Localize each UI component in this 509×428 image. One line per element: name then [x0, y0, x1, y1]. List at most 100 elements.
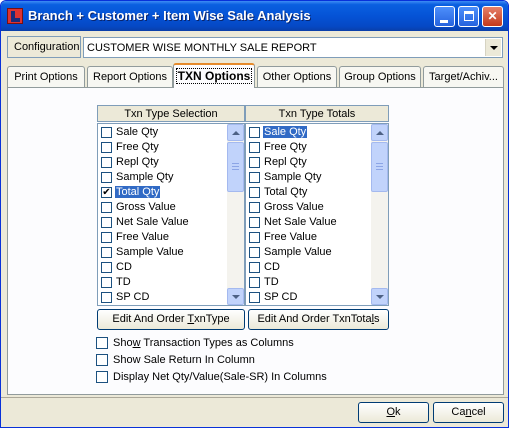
scrollbar-thumb[interactable]	[227, 142, 244, 192]
checkbox-icon[interactable]	[249, 127, 260, 138]
tab-target-achievement[interactable]: Target/Achiv...	[423, 66, 504, 87]
txn-totals-item[interactable]: SP CD	[247, 290, 374, 305]
txn-totals-item-label: CD	[264, 261, 280, 273]
app-window: Branch + Customer + Item Wise Sale Analy…	[0, 0, 509, 428]
txn-totals-item[interactable]: Repl Qty	[247, 155, 374, 170]
checkbox-icon[interactable]	[249, 157, 260, 168]
checkbox-icon[interactable]	[249, 202, 260, 213]
app-logo-icon	[7, 8, 23, 24]
txn-selection-item-label: Sample Value	[116, 246, 184, 258]
checkbox-icon[interactable]	[249, 247, 260, 258]
checkbox-icon[interactable]	[249, 262, 260, 273]
checkbox-icon[interactable]	[249, 172, 260, 183]
checkbox-checked-icon[interactable]: ✔	[101, 187, 112, 198]
checkbox-icon[interactable]	[249, 187, 260, 198]
checkbox-icon[interactable]	[101, 277, 112, 288]
txn-selection-item-label: Sale Qty	[116, 126, 159, 138]
ok-button[interactable]: Ok	[358, 402, 429, 423]
txn-totals-item[interactable]: TD	[247, 275, 374, 290]
txn-selection-item-label: TD	[116, 276, 131, 288]
txn-selection-item[interactable]: Net Sale Value	[99, 215, 226, 230]
txn-selection-item[interactable]: Sample Qty	[99, 170, 226, 185]
minimize-button[interactable]	[434, 6, 455, 27]
txn-selection-item[interactable]: Gross Value	[99, 200, 226, 215]
tab-txn-options[interactable]: TXN Options	[173, 63, 255, 88]
checkbox-icon[interactable]	[101, 262, 112, 273]
txn-totals-item-label: Net Sale Value	[264, 216, 337, 228]
tab-print-options[interactable]: Print Options	[7, 66, 85, 87]
txn-totals-item-label: Gross Value	[264, 201, 324, 213]
txn-selection-item[interactable]: Sample Value	[99, 245, 226, 260]
tab-other-options[interactable]: Other Options	[257, 66, 337, 87]
txn-selection-item[interactable]: Sale Qty	[99, 125, 226, 140]
txn-selection-item-label: Free Value	[116, 231, 169, 243]
txn-selection-item-label: CD	[116, 261, 132, 273]
checkbox-icon[interactable]	[101, 247, 112, 258]
scroll-down-button[interactable]	[227, 288, 244, 305]
dropdown-button[interactable]	[485, 39, 501, 56]
cancel-button[interactable]: Cancel	[433, 402, 504, 423]
txn-totals-item-label: Sample Value	[264, 246, 332, 258]
checkbox-icon[interactable]	[101, 202, 112, 213]
txn-totals-list[interactable]: Sale Qty Free Qty Repl Qty Sample Qty Total …	[245, 123, 389, 306]
checkbox-icon[interactable]	[249, 292, 260, 303]
scrollbar-thumb[interactable]	[371, 142, 388, 192]
checkbox-icon[interactable]	[101, 292, 112, 303]
txn-totals-scrollbar[interactable]	[371, 124, 388, 305]
txn-options-panel: Txn Type Selection Sale Qty Free Qty Repl …	[7, 87, 504, 395]
checkbox-icon[interactable]	[249, 217, 260, 228]
txn-totals-item[interactable]: Gross Value	[247, 200, 374, 215]
checkbox-icon[interactable]	[101, 217, 112, 228]
txn-selection-scrollbar[interactable]	[227, 124, 244, 305]
txn-selection-item[interactable]: CD	[99, 260, 226, 275]
txn-totals-item[interactable]: Free Value	[247, 230, 374, 245]
txn-selection-item-label: Total Qty	[115, 186, 161, 198]
edit-order-txntype-button[interactable]: Edit And Order TxnType	[97, 309, 245, 330]
txn-selection-item[interactable]: Repl Qty	[99, 155, 226, 170]
tab-group-options[interactable]: Group Options	[339, 66, 421, 87]
close-button[interactable]: ✕	[482, 6, 503, 27]
txn-totals-item-label: Repl Qty	[264, 156, 307, 168]
txn-totals-item[interactable]: Total Qty	[247, 185, 374, 200]
txn-totals-header: Txn Type Totals	[245, 105, 389, 122]
txn-totals-item[interactable]: Sample Qty	[247, 170, 374, 185]
txn-totals-item-label: Free Value	[264, 231, 317, 243]
txn-selection-list[interactable]: Sale Qty Free Qty Repl Qty Sample Qty ✔ Total…	[97, 123, 245, 306]
edit-order-txntotals-button[interactable]: Edit And Order TxnTotals	[248, 309, 389, 330]
checkbox-icon[interactable]	[101, 142, 112, 153]
arrow-down-icon	[376, 295, 384, 299]
txn-totals-item[interactable]: CD	[247, 260, 374, 275]
txn-totals-item-label: Total Qty	[264, 186, 308, 198]
txn-selection-item[interactable]: Free Qty	[99, 140, 226, 155]
checkbox-icon[interactable]	[249, 277, 260, 288]
checkbox-icon[interactable]	[249, 142, 260, 153]
scroll-up-button[interactable]	[371, 124, 388, 141]
close-icon: ✕	[487, 9, 498, 23]
arrow-up-icon	[232, 131, 240, 135]
tab-report-options[interactable]: Report Options	[87, 66, 173, 87]
arrow-down-icon	[232, 295, 240, 299]
txn-totals-item-label: Sample Qty	[264, 171, 322, 183]
txn-totals-item-label: SP CD	[264, 291, 298, 303]
scroll-down-button[interactable]	[371, 288, 388, 305]
checkbox-icon	[96, 337, 108, 349]
maximize-icon	[464, 11, 474, 21]
checkbox-icon[interactable]	[101, 127, 112, 138]
txn-totals-item[interactable]: Net Sale Value	[247, 215, 374, 230]
checkbox-icon[interactable]	[101, 232, 112, 243]
txn-totals-item[interactable]: Free Qty	[247, 140, 374, 155]
configuration-dropdown[interactable]: CUSTOMER WISE MONTHLY SALE REPORT	[83, 37, 503, 58]
txn-totals-item[interactable]: Sample Value	[247, 245, 374, 260]
txn-selection-item[interactable]: SP CD	[99, 290, 226, 305]
txn-selection-item[interactable]: Free Value	[99, 230, 226, 245]
checkbox-icon[interactable]	[249, 232, 260, 243]
title-bar[interactable]: Branch + Customer + Item Wise Sale Analy…	[1, 1, 508, 31]
scroll-up-button[interactable]	[227, 124, 244, 141]
txn-selection-item[interactable]: TD	[99, 275, 226, 290]
checkbox-icon[interactable]	[101, 157, 112, 168]
txn-totals-item[interactable]: Sale Qty	[247, 125, 374, 140]
maximize-button[interactable]	[458, 6, 479, 27]
checkbox-icon[interactable]	[101, 172, 112, 183]
txn-selection-item[interactable]: ✔ Total Qty	[99, 185, 226, 200]
txn-selection-item-label: Gross Value	[116, 201, 176, 213]
